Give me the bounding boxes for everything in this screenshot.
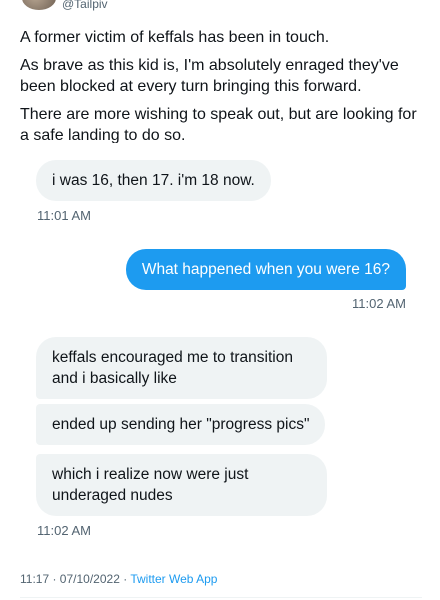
dm-screenshot-image[interactable]: i was 16, then 17. i'm 18 now. 11:01 AM … — [20, 143, 422, 563]
tweet-timestamp[interactable]: 11:17 · 07/10/2022 · — [20, 572, 130, 586]
tweet-metadata: 11:17 · 07/10/2022 · Twitter Web App — [20, 572, 217, 586]
author-header: @Tailpiv — [0, 0, 440, 14]
tweet-text: A former victim of keffals has been in t… — [20, 27, 422, 153]
dm-timestamp: 11:02 AM — [352, 296, 406, 311]
dm-message-received: which i realize now were just underaged … — [36, 454, 327, 516]
dm-message-received: ended up sending her "progress pics" — [36, 404, 326, 445]
author-handle[interactable]: @Tailpiv — [62, 0, 108, 11]
dm-timestamp: 11:02 AM — [37, 523, 91, 538]
tweet-source-link[interactable]: Twitter Web App — [130, 572, 217, 586]
dm-message-received: i was 16, then 17. i'm 18 now. — [36, 160, 271, 201]
divider — [20, 597, 422, 598]
dm-message-received: keffals encouraged me to transition and … — [36, 337, 327, 399]
dm-message-sent: What happened when you were 16? — [125, 249, 406, 290]
tweet-paragraph: A former victim of keffals has been in t… — [20, 29, 330, 46]
dm-timestamp: 11:01 AM — [37, 208, 91, 223]
tweet-paragraph: As brave as this kid is, I'm absolutely … — [20, 57, 399, 95]
avatar[interactable] — [22, 0, 56, 10]
tweet-paragraph: There are more wishing to speak out, but… — [20, 106, 417, 144]
